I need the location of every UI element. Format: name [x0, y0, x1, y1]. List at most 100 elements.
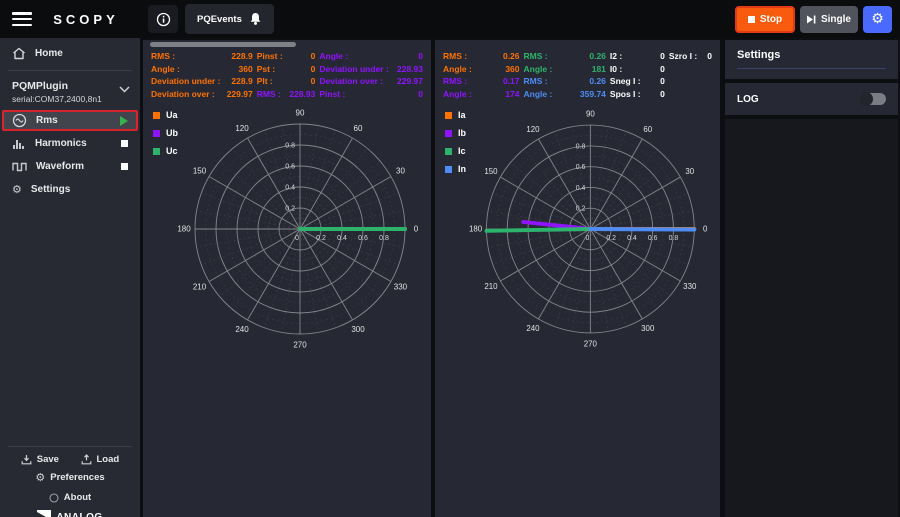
- svg-text:0: 0: [414, 225, 419, 234]
- svg-text:60: 60: [354, 124, 363, 133]
- stat-angle: Angle :174: [443, 88, 520, 101]
- about-button[interactable]: About: [0, 488, 140, 507]
- settings-rail: Settings LOG: [723, 38, 900, 517]
- sidebar-item-settings[interactable]: ⚙ Settings: [2, 179, 138, 200]
- stats-column: Szro I :0: [669, 50, 712, 100]
- stats-horizontal-scrollbar[interactable]: [150, 42, 296, 47]
- sidebar-item-harmonics[interactable]: Harmonics: [2, 133, 138, 154]
- current-panel: RMS :0.26Angle :360RMS :0.17Angle :174RM…: [435, 40, 720, 517]
- stat-rms: RMS :228.9: [151, 50, 253, 63]
- settings-empty-area: [725, 119, 898, 517]
- svg-text:180: 180: [469, 224, 483, 233]
- voltage-panel: RMS :228.9Angle :360Deviation under :228…: [143, 40, 431, 517]
- stat-angle: Angle :360: [151, 63, 253, 76]
- rms-run-indicator[interactable]: [120, 116, 128, 126]
- tab-pqevents-label: PQEvents: [197, 14, 242, 25]
- waveform-stop-indicator[interactable]: [121, 163, 128, 170]
- sidebar-item-waveform[interactable]: Waveform: [2, 156, 138, 177]
- stats-column: I2 :0I0 :0Sneg I :0Spos I :0: [610, 50, 665, 100]
- stat-angle: Angle :181: [524, 63, 606, 76]
- left-sidebar: Home PQMPlugin serial:COM37,2400,8n1 Rms…: [0, 38, 140, 517]
- top-bar: SCOPY PQEvents Stop Single: [0, 0, 900, 38]
- svg-text:0: 0: [703, 224, 708, 233]
- menu-icon[interactable]: [12, 12, 32, 26]
- stats-column: RMS :228.9Angle :360Deviation under :228…: [151, 50, 253, 100]
- log-label: LOG: [737, 94, 759, 105]
- svg-text:300: 300: [641, 324, 655, 333]
- stat-sneg-i: Sneg I :0: [610, 75, 665, 88]
- legend-item-ic: Ic: [445, 146, 466, 156]
- svg-text:0.2: 0.2: [316, 235, 326, 242]
- legend-swatch: [445, 166, 452, 173]
- play-icon: [120, 116, 128, 126]
- sidebar-item-rms-label: Rms: [36, 115, 58, 126]
- stat-i2: I2 :0: [610, 50, 665, 63]
- harmonics-icon: [12, 137, 26, 150]
- single-button[interactable]: Single: [800, 6, 858, 33]
- harmonics-stop-indicator[interactable]: [121, 140, 128, 147]
- svg-text:30: 30: [396, 167, 405, 176]
- svg-text:0.4: 0.4: [627, 235, 637, 242]
- save-load-row: Save Load: [0, 450, 140, 467]
- svg-text:0.4: 0.4: [337, 235, 347, 242]
- bell-icon: [249, 12, 262, 26]
- load-button-label: Load: [97, 454, 120, 465]
- voltage-legend: UaUbUc: [153, 110, 178, 156]
- legend-item-ia: Ia: [445, 110, 466, 120]
- svg-text:0.2: 0.2: [285, 206, 295, 213]
- preferences-label: Preferences: [50, 472, 104, 483]
- adi-brand-label: ANALOG: [56, 512, 102, 517]
- rms-icon: [12, 113, 27, 128]
- svg-text:120: 120: [526, 125, 540, 134]
- svg-text:0.8: 0.8: [669, 235, 679, 242]
- svg-text:240: 240: [235, 325, 249, 334]
- stat-deviation-under: Deviation under :228.9: [151, 75, 253, 88]
- plugin-header[interactable]: PQMPlugin serial:COM37,2400,8n1: [0, 74, 140, 109]
- log-toggle[interactable]: [859, 93, 886, 105]
- info-icon: [156, 12, 171, 27]
- stat-rms: RMS :0.26: [443, 50, 520, 63]
- single-icon: [807, 15, 816, 24]
- adi-triangle-icon: [37, 510, 51, 517]
- stat-pst: Pst :0: [257, 63, 316, 76]
- stat-rms: RMS :228.93: [257, 88, 316, 101]
- save-icon: [21, 454, 32, 465]
- stat-angle: Angle :0: [319, 50, 423, 63]
- svg-text:300: 300: [351, 325, 365, 334]
- sidebar-item-home[interactable]: Home: [0, 40, 140, 67]
- current-polar-chart: 03060901201501802102402703003300.20.40.6…: [435, 102, 720, 358]
- save-button[interactable]: Save: [21, 454, 59, 465]
- sidebar-item-settings-label: Settings: [31, 184, 70, 195]
- stats-column: Angle :0Deviation under :228.93Deviation…: [319, 50, 423, 100]
- svg-text:90: 90: [586, 110, 595, 119]
- info-icon: [49, 493, 59, 503]
- chevron-down-icon[interactable]: [119, 86, 130, 93]
- voltage-polar-chart: 03060901201501802102402703003300.20.40.6…: [143, 102, 431, 358]
- gear-icon: ⚙: [35, 471, 45, 484]
- tab-pqevents[interactable]: PQEvents: [185, 4, 274, 34]
- svg-text:0.2: 0.2: [576, 206, 586, 213]
- legend-item-ib: Ib: [445, 128, 466, 138]
- svg-text:0.4: 0.4: [285, 185, 295, 192]
- info-button[interactable]: [148, 5, 178, 33]
- legend-item-ub: Ub: [153, 128, 178, 138]
- waveform-icon: [12, 161, 27, 173]
- svg-text:180: 180: [177, 225, 191, 234]
- preferences-button[interactable]: ⚙ Preferences: [0, 467, 140, 488]
- general-settings-button[interactable]: ⚙: [863, 6, 892, 33]
- single-button-label: Single: [821, 14, 851, 25]
- svg-text:120: 120: [235, 124, 249, 133]
- stop-button-label: Stop: [760, 14, 782, 25]
- load-button[interactable]: Load: [81, 454, 120, 465]
- stop-icon: [121, 140, 128, 147]
- stat-rms: RMS :0.17: [443, 75, 520, 88]
- stop-button[interactable]: Stop: [735, 6, 795, 33]
- stats-column: RMS :0.26Angle :181RMS :0.26Angle :359.7…: [524, 50, 606, 100]
- scopy-logo: SCOPY: [32, 12, 140, 27]
- about-label: About: [64, 492, 91, 503]
- svg-text:270: 270: [584, 339, 598, 348]
- sidebar-item-rms[interactable]: Rms: [2, 110, 138, 131]
- save-button-label: Save: [37, 454, 59, 465]
- gear-icon: ⚙: [12, 183, 22, 196]
- plugin-subtitle: serial:COM37,2400,8n1: [12, 94, 128, 104]
